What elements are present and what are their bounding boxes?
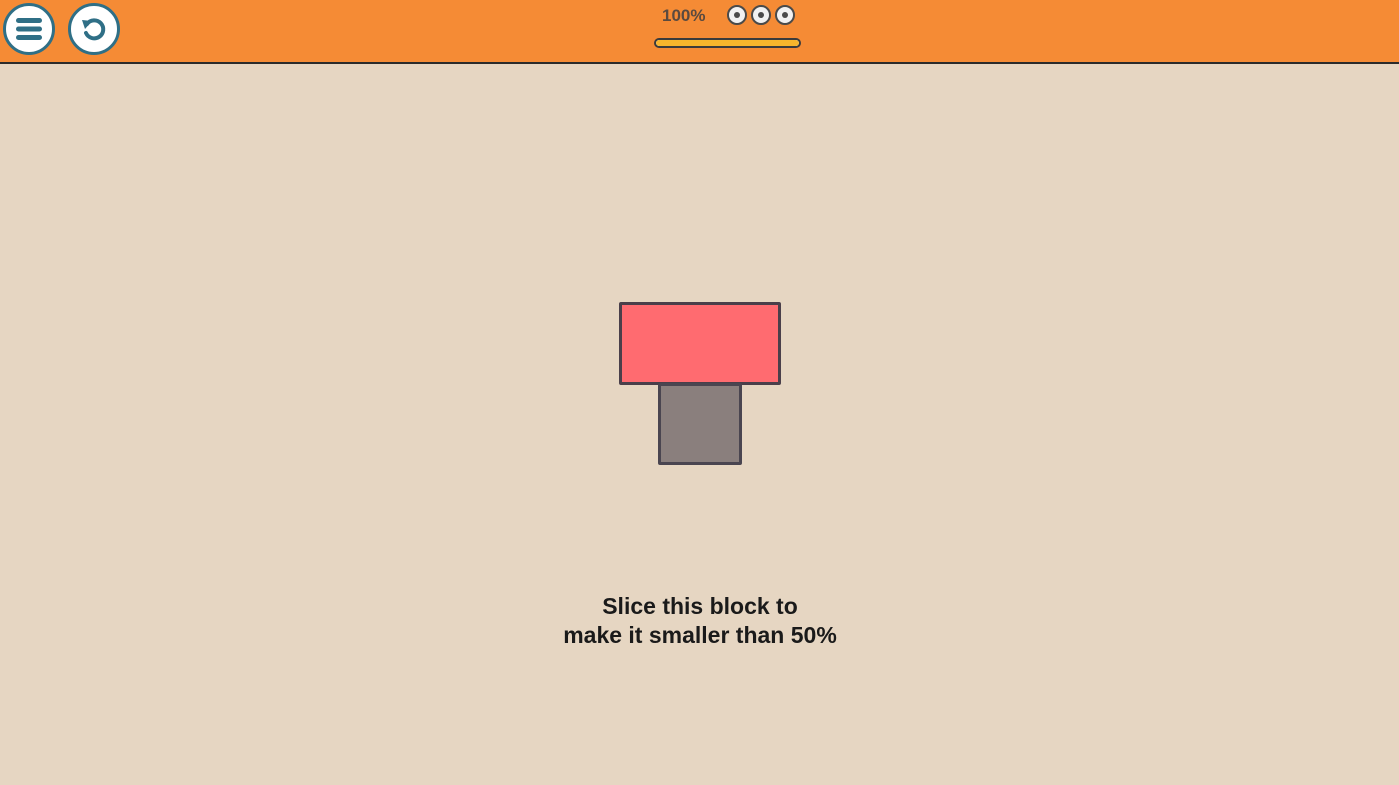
completion-percent: 100% (662, 6, 706, 25)
restart-icon (82, 18, 106, 41)
instruction-line-2: make it smaller than 50% (563, 622, 837, 648)
menu-button[interactable] (3, 3, 55, 55)
hamburger-menu-icon (16, 18, 42, 40)
progress-bar (654, 38, 801, 48)
target-circle-icon (775, 5, 795, 25)
rating-indicators (727, 5, 795, 25)
instruction-text: Slice this block to make it smaller than… (450, 592, 950, 650)
red-block[interactable] (619, 302, 781, 385)
instruction-line-1: Slice this block to (602, 593, 798, 619)
target-circle-icon (751, 5, 771, 25)
target-circle-icon (727, 5, 747, 25)
restart-button[interactable] (68, 3, 120, 55)
progress-fill (656, 40, 799, 46)
top-bar: 100% (0, 0, 1399, 64)
gray-block[interactable] (658, 383, 742, 465)
